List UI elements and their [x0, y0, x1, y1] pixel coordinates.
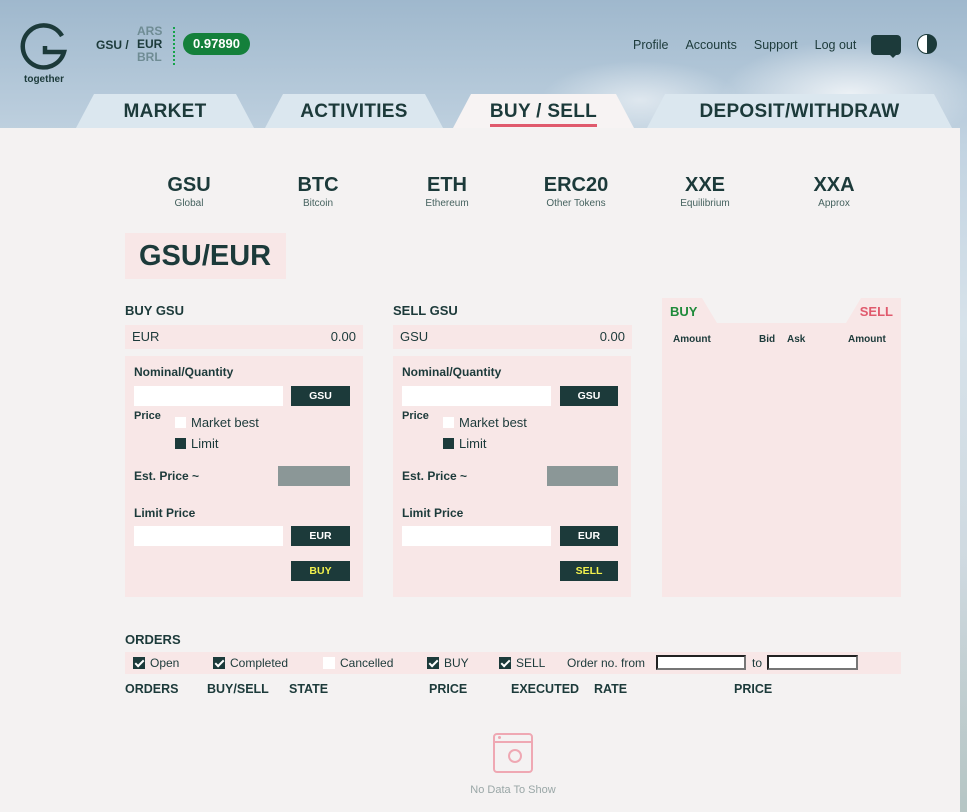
theme-toggle-icon[interactable]	[917, 34, 937, 54]
orders-col-buysell: BUY/SELL	[207, 682, 269, 696]
base-currency-label: GSU /	[96, 38, 129, 52]
chat-icon[interactable]	[871, 35, 901, 58]
nav-logout[interactable]: Log out	[815, 38, 857, 52]
sell-option-market-best[interactable]: Market best	[443, 415, 527, 430]
no-data-text: No Data To Show	[470, 784, 556, 796]
tab-buy-sell[interactable]: BUY / SELL	[453, 94, 634, 128]
orders-col-rate: RATE	[594, 682, 628, 696]
filter-sell[interactable]: SELL	[499, 656, 545, 670]
checkbox[interactable]	[323, 657, 335, 669]
order-book-col-amount-bid: Amount	[673, 334, 711, 345]
buy-nominal-label: Nominal/Quantity	[134, 365, 234, 379]
filter-buy[interactable]: BUY	[427, 656, 469, 670]
no-data-icon	[493, 733, 533, 773]
tab-activities[interactable]: ACTIVITIES	[265, 94, 443, 128]
coin-btc[interactable]: BTC Bitcoin	[273, 174, 363, 209]
buy-balance-currency: EUR	[132, 329, 160, 344]
sell-limit-price-label: Limit Price	[402, 506, 464, 520]
radio-box[interactable]	[175, 438, 186, 449]
coin-eth[interactable]: ETH Ethereum	[402, 174, 492, 209]
sell-button[interactable]: SELL	[560, 561, 618, 581]
buy-limit-price-input[interactable]	[134, 526, 283, 546]
buy-limit-price-label: Limit Price	[134, 506, 196, 520]
buy-option-limit[interactable]: Limit	[175, 436, 218, 451]
checkbox[interactable]	[213, 657, 225, 669]
top-nav: Profile Accounts Support Log out	[633, 38, 873, 52]
sell-est-price-label: Est. Price ~	[402, 469, 468, 483]
orders-col-price: PRICE	[429, 682, 468, 696]
buy-est-price-label: Est. Price ~	[134, 469, 200, 483]
sell-balance-value: 0.00	[599, 329, 625, 344]
buy-button[interactable]: BUY	[291, 561, 350, 581]
sell-nominal-unit-button[interactable]: GSU	[560, 386, 618, 406]
sell-nominal-input[interactable]	[402, 386, 551, 406]
logo-text: together	[24, 74, 64, 85]
sell-form: Nominal/Quantity GSU Price Market best L…	[393, 356, 631, 597]
orders-col-price-2: PRICE	[734, 682, 773, 696]
sell-est-price-field	[547, 466, 618, 486]
buy-nominal-input[interactable]	[134, 386, 283, 406]
buy-balance-value: 0.00	[330, 329, 356, 344]
tab-market[interactable]: MARKET	[76, 94, 254, 128]
coin-xxa[interactable]: XXA Approx	[789, 174, 879, 209]
buy-option-market-best[interactable]: Market best	[175, 415, 259, 430]
logo-g-icon	[20, 23, 67, 70]
filter-open[interactable]: Open	[133, 656, 179, 670]
checkbox[interactable]	[427, 657, 439, 669]
pair-title: GSU/EUR	[125, 233, 286, 279]
divider	[173, 27, 175, 65]
nav-profile[interactable]: Profile	[633, 38, 668, 52]
sell-nominal-label: Nominal/Quantity	[402, 365, 502, 379]
sell-balance: GSU 0.00	[393, 325, 632, 349]
order-book: BUY SELL Amount Bid Ask Amount	[662, 298, 901, 597]
orders-col-orders: ORDERS	[125, 682, 179, 696]
order-book-col-bid: Bid	[759, 334, 776, 345]
sell-price-label: Price	[402, 410, 429, 422]
buy-balance: EUR 0.00	[125, 325, 363, 349]
checkbox[interactable]	[499, 657, 511, 669]
buy-est-price-field	[278, 466, 350, 486]
radio-box[interactable]	[175, 417, 186, 428]
nav-accounts[interactable]: Accounts	[685, 38, 736, 52]
order-to-input[interactable]	[767, 655, 858, 670]
buy-title: BUY GSU	[125, 303, 184, 318]
coin-gsu[interactable]: GSU Global	[144, 174, 234, 209]
orders-filter-bar: Open Completed Cancelled BUY SELL Order …	[125, 652, 901, 674]
sell-option-limit[interactable]: Limit	[443, 436, 486, 451]
quote-currency-list: ARS EUR BRL	[137, 25, 162, 64]
nav-support[interactable]: Support	[754, 38, 798, 52]
tab-deposit-withdraw[interactable]: DEPOSIT/WITHDRAW	[647, 94, 952, 128]
filter-completed[interactable]: Completed	[213, 656, 288, 670]
order-to-label: to	[752, 656, 763, 670]
orders-title: ORDERS	[125, 632, 181, 647]
buy-nominal-unit-button[interactable]: GSU	[291, 386, 350, 406]
coin-xxe[interactable]: XXE Equilibrium	[660, 174, 750, 209]
coin-erc20[interactable]: ERC20 Other Tokens	[531, 174, 621, 209]
orders-col-executed: EXECUTED	[511, 682, 580, 696]
rate-badge: 0.97890	[183, 33, 250, 55]
radio-box[interactable]	[443, 438, 454, 449]
buy-limit-unit-button[interactable]: EUR	[291, 526, 350, 546]
order-book-col-ask: Ask	[787, 334, 806, 345]
order-book-col-amount-ask: Amount	[848, 334, 886, 345]
sell-title: SELL GSU	[393, 303, 458, 318]
checkbox[interactable]	[133, 657, 145, 669]
logo[interactable]: together	[18, 22, 70, 88]
filter-cancelled[interactable]: Cancelled	[323, 656, 393, 670]
orders-col-state: STATE	[289, 682, 329, 696]
buy-form: Nominal/Quantity GSU Price Market best L…	[125, 356, 363, 597]
currency-option-brl[interactable]: BRL	[137, 51, 162, 64]
radio-box[interactable]	[443, 417, 454, 428]
order-from-input[interactable]	[656, 655, 746, 670]
sell-limit-price-input[interactable]	[402, 526, 551, 546]
sell-limit-unit-button[interactable]: EUR	[560, 526, 618, 546]
order-from-label: Order no. from	[567, 656, 646, 670]
buy-price-label: Price	[134, 410, 161, 422]
sell-balance-currency: GSU	[400, 329, 429, 344]
